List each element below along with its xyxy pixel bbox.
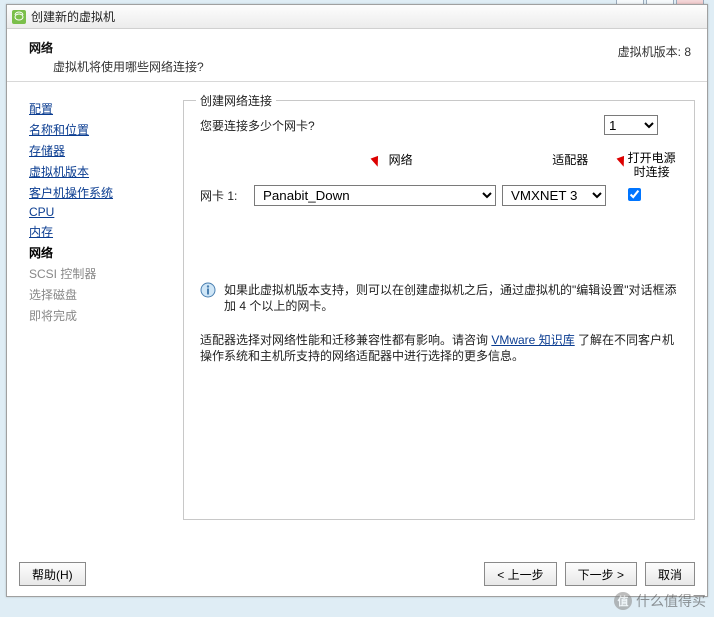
step-cpu[interactable]: CPU [29, 205, 169, 219]
nic-1-network-select[interactable]: Panabit_Down [254, 185, 496, 206]
step-vm-version[interactable]: 虚拟机版本 [29, 163, 169, 180]
nic-1-adapter-select[interactable]: VMXNET 3 [502, 185, 606, 206]
info-block: 如果此虚拟机版本支持，则可以在创建虚拟机之后，通过虚拟机的"编辑设置"对话框添加… [200, 282, 678, 314]
nic-count-question: 您要连接多少个网卡? [200, 117, 315, 134]
page-subtitle: 虚拟机将使用哪些网络连接? [29, 58, 204, 75]
step-disk: 选择磁盘 [29, 286, 169, 303]
col-network-header: 网络 [326, 151, 475, 179]
step-storage[interactable]: 存储器 [29, 142, 169, 159]
site-watermark: 值 什么值得买 [614, 591, 706, 611]
step-scsi: SCSI 控制器 [29, 265, 169, 282]
app-icon [11, 9, 27, 25]
help-button[interactable]: 帮助(H) [19, 562, 86, 586]
cancel-button[interactable]: 取消 [645, 562, 695, 586]
step-config[interactable]: 配置 [29, 100, 169, 117]
next-button[interactable]: 下一步 > [565, 562, 637, 586]
step-name-location[interactable]: 名称和位置 [29, 121, 169, 138]
wizard-window: 创建新的虚拟机 网络 虚拟机将使用哪些网络连接? 虚拟机版本: 8 配置 名称和… [6, 4, 708, 597]
step-memory[interactable]: 内存 [29, 223, 169, 240]
nic-1-label: 网卡 1: [200, 187, 254, 204]
col-poweron-header: 打开电源时连接 [625, 151, 678, 179]
watermark-icon: 值 [614, 592, 632, 610]
vmware-kb-link[interactable]: VMware 知识库 [491, 333, 574, 347]
titlebar: 创建新的虚拟机 [7, 5, 707, 29]
window-title: 创建新的虚拟机 [31, 8, 115, 25]
col-adapter-header: 适配器 [535, 151, 605, 179]
back-button[interactable]: < 上一步 [484, 562, 556, 586]
nic-row-1: 网卡 1: Panabit_Down VMXNET 3 [200, 185, 678, 206]
nic-1-connect-checkbox[interactable] [628, 188, 641, 201]
step-finish: 即将完成 [29, 307, 169, 324]
vm-version-label: 虚拟机版本: 8 [618, 39, 691, 75]
adapter-note: 适配器选择对网络性能和迁移兼容性都有影响。请咨询 VMware 知识库 了解在不… [200, 332, 678, 364]
step-network: 网络 [29, 244, 169, 261]
step-guest-os[interactable]: 客户机操作系统 [29, 184, 169, 201]
info-icon [200, 282, 216, 298]
nic-count-select[interactable]: 1 [604, 115, 658, 135]
note-prefix: 适配器选择对网络性能和迁移兼容性都有影响。请咨询 [200, 333, 491, 347]
wizard-header: 网络 虚拟机将使用哪些网络连接? 虚拟机版本: 8 [7, 29, 707, 82]
wizard-steps-sidebar: 配置 名称和位置 存储器 虚拟机版本 客户机操作系统 CPU 内存 网络 SCS… [29, 100, 169, 520]
network-groupbox: 创建网络连接 您要连接多少个网卡? 1 网络 适配器 打开电源时连接 [183, 100, 695, 520]
groupbox-legend: 创建网络连接 [196, 92, 276, 109]
column-headers: 网络 适配器 打开电源时连接 [200, 151, 678, 179]
info-text: 如果此虚拟机版本支持，则可以在创建虚拟机之后，通过虚拟机的"编辑设置"对话框添加… [224, 282, 678, 314]
page-title: 网络 [29, 39, 204, 56]
wizard-footer: 帮助(H) < 上一步 下一步 > 取消 [19, 562, 695, 586]
watermark-text: 什么值得买 [636, 591, 706, 611]
